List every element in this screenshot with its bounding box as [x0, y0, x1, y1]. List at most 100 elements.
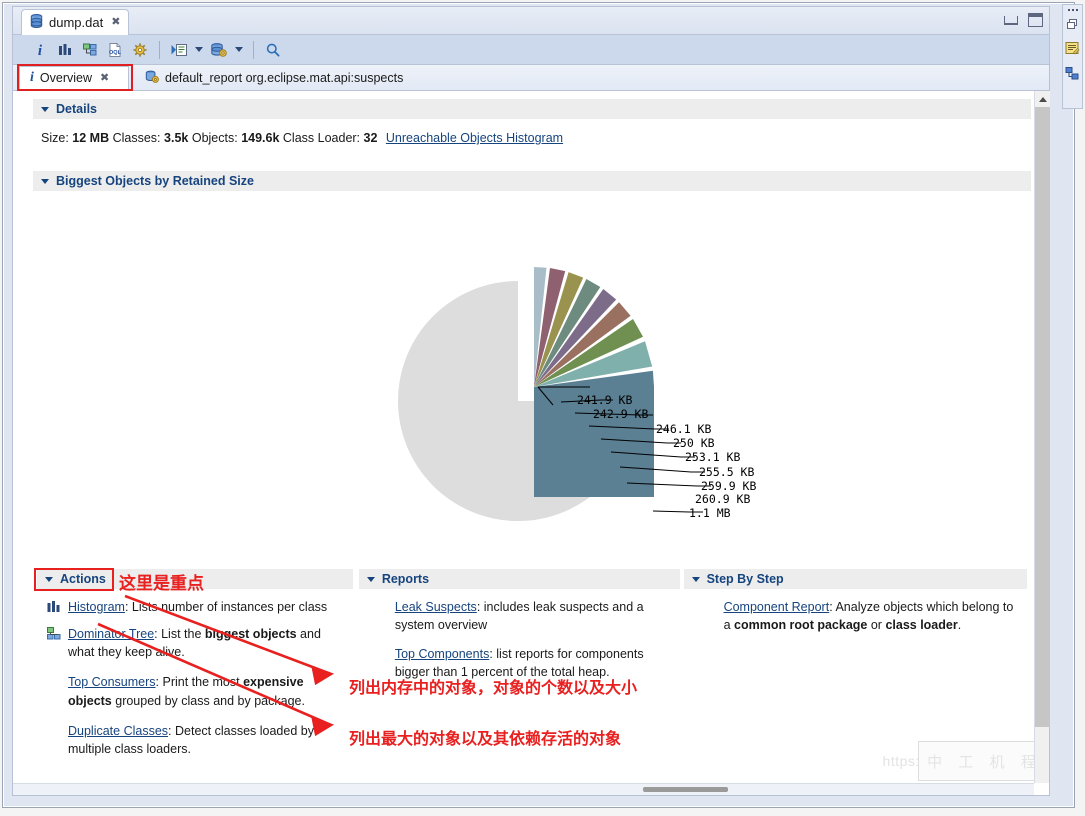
section-title-actions: Actions	[60, 572, 106, 586]
component-report-link[interactable]: Component Report	[724, 600, 830, 614]
overview-info-button[interactable]: i	[29, 39, 51, 61]
dominator-tree-button[interactable]	[79, 39, 101, 61]
editor-area: dump.dat ✖ i OQL i Overview ✖ default_re…	[12, 6, 1050, 796]
cr-desc-d: class loader	[885, 618, 958, 633]
scroll-up-icon[interactable]	[1035, 91, 1050, 107]
action-item-duplicate-classes[interactable]: Duplicate Classes: Detect classes loaded…	[47, 722, 347, 758]
histogram-button[interactable]	[54, 39, 76, 61]
horizontal-scrollbar-thumb[interactable]	[643, 787, 728, 792]
stat-classes-label: Classes:	[112, 131, 161, 145]
tab-overview[interactable]: i Overview ✖	[19, 66, 129, 90]
spacer-icon	[47, 673, 62, 709]
step-item-component-report[interactable]: Component Report: Analyze objects which …	[724, 598, 1021, 634]
restore-view-icon[interactable]	[1066, 18, 1079, 36]
dominator-tree-icon	[47, 625, 62, 661]
oql-button[interactable]: OQL	[104, 39, 126, 61]
svg-text:1.1 MB: 1.1 MB	[689, 506, 731, 520]
action-item-dominator-tree[interactable]: Dominator Tree: List the biggest objects…	[47, 625, 347, 661]
svg-text:i: i	[38, 43, 43, 59]
collapse-triangle-icon	[45, 576, 53, 582]
duplicate-classes-link[interactable]: Duplicate Classes	[68, 724, 168, 738]
open-query-browser-button[interactable]	[208, 39, 230, 61]
svg-text:255.5 KB: 255.5 KB	[699, 465, 754, 479]
toolbar-drag-handle[interactable]	[1067, 9, 1078, 11]
section-title-biggest-objects: Biggest Objects by Retained Size	[56, 174, 254, 188]
leak-suspects-link[interactable]: Leak Suspects	[395, 600, 477, 614]
step-by-step-list: Component Report: Analyze objects which …	[684, 589, 1027, 634]
collapse-triangle-icon	[41, 178, 49, 184]
stat-size-label: Size:	[41, 131, 69, 145]
cr-desc-e: .	[957, 618, 962, 633]
dominator-tree-link[interactable]: Dominator Tree	[68, 627, 154, 641]
retained-size-pie-chart: 241.9 KB 242.9 KB 246.1 KB 250 KB 253.1 …	[13, 191, 1049, 561]
collapse-triangle-icon	[366, 576, 375, 582]
svg-text:253.1 KB: 253.1 KB	[685, 450, 740, 464]
collapse-triangle-icon	[41, 106, 49, 112]
close-icon[interactable]: ✖	[100, 72, 109, 84]
watermark-glyph-1: 中	[927, 753, 943, 771]
chevron-down-icon-query[interactable]	[233, 40, 245, 60]
pie-label-0: 241.9 KB	[577, 393, 632, 407]
tc-desc-a: Print the most	[162, 675, 244, 690]
editor-toolbar: i OQL	[13, 35, 1049, 65]
svg-text:260.9 KB: 260.9 KB	[695, 492, 750, 506]
svg-text:259.9 KB: 259.9 KB	[701, 479, 756, 493]
section-header-step-by-step[interactable]: Step By Step	[683, 569, 1027, 589]
report-item-leak-suspects[interactable]: Leak Suspects: includes leak suspects an…	[395, 598, 674, 634]
sep: :	[155, 675, 163, 690]
right-perspective-toolbar[interactable]	[1062, 4, 1083, 109]
editor-note-icon[interactable]	[1065, 41, 1080, 61]
maximize-button[interactable]	[1028, 13, 1043, 27]
histogram-desc: Lists number of instances per class	[131, 600, 328, 614]
sep: :	[476, 600, 484, 614]
stat-classes-value: 3.5k	[164, 131, 189, 145]
heap-dump-icon	[30, 14, 43, 31]
watermark-glyph-2: 工	[958, 753, 974, 771]
details-stats-line: Size: 12 MB Classes: 3.5k Objects: 149.6…	[13, 119, 1049, 145]
find-button[interactable]	[262, 39, 284, 61]
window-controls	[1004, 13, 1043, 27]
annotation-actions-focus: 这里是重点	[119, 574, 204, 594]
histogram-bars-icon	[47, 598, 62, 618]
tab-default-report[interactable]: default_report org.eclipse.mat.api:suspe…	[135, 66, 425, 90]
editor-tab-label: dump.dat	[49, 15, 104, 30]
vertical-scrollbar[interactable]	[1034, 91, 1050, 783]
section-title-reports: Reports	[381, 572, 430, 586]
editor-tab-dump-dat[interactable]: dump.dat ✖	[21, 9, 130, 35]
stat-objects-value: 149.6k	[241, 131, 280, 145]
annotation-dominator-note: 列出最大的对象以及其依赖存活的对象	[349, 729, 622, 748]
chevron-down-icon-run[interactable]	[193, 40, 205, 60]
tab-overview-label: Overview	[39, 71, 92, 85]
calculate-retained-size-button[interactable]	[129, 39, 151, 61]
section-actions: Actions Histogram: Lists number of insta…	[37, 569, 353, 765]
annotation-histogram-note: 列出内存中的对象，对象的个数以及大小	[349, 678, 638, 697]
top-components-link[interactable]: Top Components	[395, 647, 490, 661]
action-item-histogram[interactable]: Histogram: Lists number of instances per…	[47, 598, 347, 618]
action-item-top-consumers[interactable]: Top Consumers: Print the most expensive …	[47, 673, 347, 709]
sep: :	[124, 600, 132, 614]
section-header-biggest-objects[interactable]: Biggest Objects by Retained Size	[33, 171, 1031, 191]
histogram-link[interactable]: Histogram	[68, 600, 125, 614]
svg-text:250 KB: 250 KB	[673, 436, 715, 450]
svg-text:OQL: OQL	[109, 50, 122, 56]
actions-list: Histogram: Lists number of instances per…	[37, 589, 353, 758]
section-step-by-step: Step By Step Component Report: Analyze o…	[683, 569, 1027, 765]
dominator-tree-view-icon[interactable]	[1065, 66, 1080, 86]
unreachable-objects-histogram-link[interactable]: Unreachable Objects Histogram	[386, 131, 563, 145]
collapse-triangle-icon	[691, 576, 700, 582]
report-icon	[145, 70, 159, 87]
stat-classloader-label: Class Loader:	[282, 131, 361, 145]
svg-text:246.1 KB: 246.1 KB	[656, 422, 711, 436]
section-header-reports[interactable]: Reports	[358, 569, 680, 589]
top-consumers-link[interactable]: Top Consumers	[68, 675, 156, 689]
close-icon[interactable]: ✖	[111, 17, 120, 28]
toolbar-separator-2	[253, 40, 254, 59]
tc-desc-c: grouped by class and by package.	[111, 693, 305, 708]
section-header-details[interactable]: Details	[33, 99, 1031, 119]
minimize-button[interactable]	[1004, 15, 1018, 25]
stat-classloader-value: 32	[363, 131, 378, 145]
overview-content-pane: Details Size: 12 MB Classes: 3.5k Object…	[13, 91, 1049, 783]
vertical-scrollbar-thumb[interactable]	[1035, 107, 1050, 727]
run-expert-system-test-button[interactable]	[168, 39, 190, 61]
horizontal-scrollbar[interactable]	[13, 783, 1034, 795]
